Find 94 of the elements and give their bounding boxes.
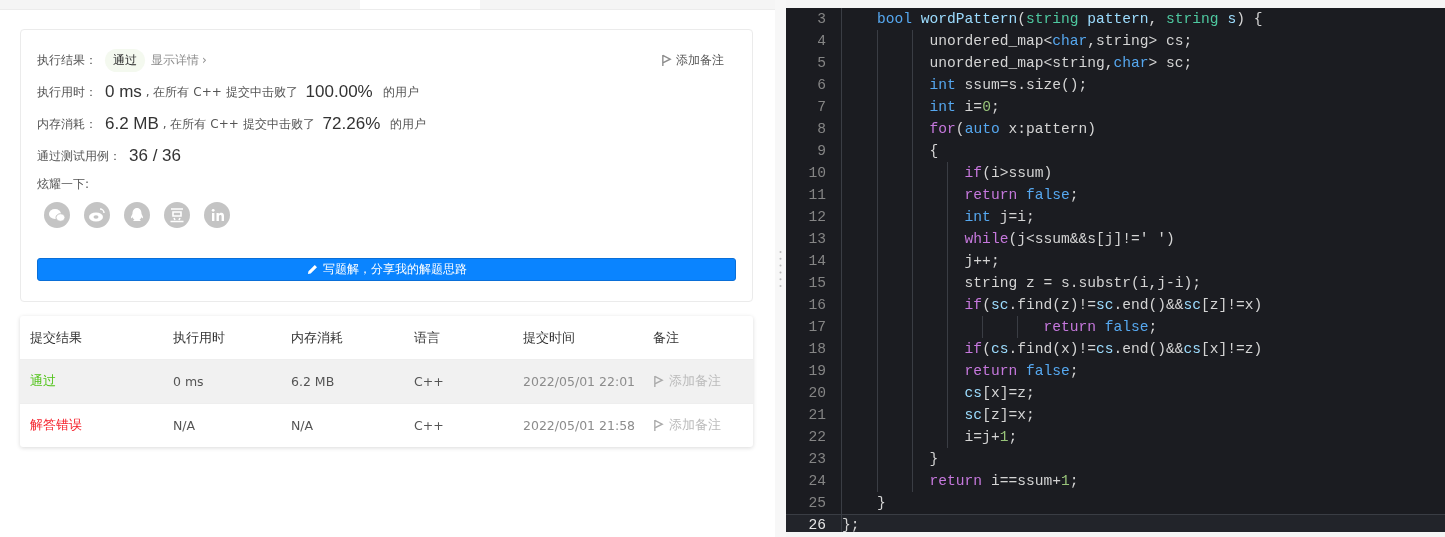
column-header: 内存消耗 xyxy=(290,328,344,347)
code-line: int ssum=s.size(); xyxy=(841,74,1088,96)
stat-label: 执行用时： xyxy=(37,83,97,101)
wechat-icon[interactable] xyxy=(44,202,70,228)
pencil-icon xyxy=(306,264,318,275)
code-line: i=j+1; xyxy=(841,426,1018,448)
code-editor[interactable] xyxy=(786,8,1445,532)
line-number: 8 xyxy=(816,121,827,137)
code-line: sc[z]=x; xyxy=(841,404,1035,426)
code-line: int i=0; xyxy=(841,96,1000,118)
linkedin-icon[interactable] xyxy=(204,202,230,228)
result-label: 执行结果： xyxy=(37,51,97,69)
code-line: unordered_map<char,string> cs; xyxy=(841,30,1193,52)
line-number: 19 xyxy=(807,363,827,379)
line-number: 4 xyxy=(816,33,827,49)
code-line: } xyxy=(841,448,939,470)
stat-suffix: 的用户 xyxy=(390,115,427,133)
details-link[interactable]: 显示详情 xyxy=(151,51,199,69)
code-line: if(sc.find(z)!=sc.end()&&sc[z]!=x) xyxy=(841,294,1263,316)
table-cell-text: 6.2 MB xyxy=(290,374,336,389)
line-number: 6 xyxy=(816,77,827,93)
line-number: 18 xyxy=(807,341,827,357)
chevron-icon[interactable]: › xyxy=(202,53,207,67)
line-number: 9 xyxy=(816,143,827,159)
line-number: 16 xyxy=(807,297,827,313)
line-number: 14 xyxy=(807,253,827,269)
douban-icon[interactable] xyxy=(164,202,190,228)
code-line: string z = s.substr(i,j-i); xyxy=(841,272,1202,294)
qq-icon[interactable] xyxy=(124,202,150,228)
table-cell-text: C++ xyxy=(413,374,445,389)
line-number: 5 xyxy=(816,55,827,71)
line-number: 23 xyxy=(807,451,827,467)
line-number: 15 xyxy=(807,275,827,291)
line-number: 11 xyxy=(807,187,827,203)
status-badge: 通过 xyxy=(105,48,145,72)
line-number: 3 xyxy=(816,11,827,27)
code-line: cs[x]=z; xyxy=(841,382,1035,404)
stat-percent: 100.00% xyxy=(305,82,373,102)
line-number: 17 xyxy=(807,319,827,335)
stat-value: 0 ms xyxy=(105,82,142,102)
column-header: 语言 xyxy=(413,328,441,347)
stat-value: 6.2 MB xyxy=(105,114,159,134)
table-cell-text: 0 ms xyxy=(172,374,205,389)
code-line: }; xyxy=(841,514,860,532)
weibo-icon[interactable] xyxy=(84,202,110,228)
column-header: 提交结果 xyxy=(29,328,83,347)
line-number: 25 xyxy=(807,495,827,511)
flag-icon xyxy=(653,375,664,388)
stat-label: 内存消耗： xyxy=(37,115,97,133)
column-header: 备注 xyxy=(652,328,680,347)
table-cell-text: 2022/05/01 22:01 xyxy=(522,374,637,389)
line-number: 13 xyxy=(807,231,827,247)
table-cell-text: C++ xyxy=(413,418,445,433)
submission-row[interactable]: 解答错误 N/A N/A C++ 2022/05/01 21:58 添加备注 xyxy=(20,403,753,447)
table-cell-text: N/A xyxy=(290,418,315,433)
table-cell-text: 2022/05/01 21:58 xyxy=(522,418,637,433)
add-note-link[interactable]: 添加备注 xyxy=(643,417,753,434)
code-line: while(j<ssum&&s[j]!=' ') xyxy=(841,228,1175,250)
line-number: 21 xyxy=(807,407,827,423)
line-number: 12 xyxy=(807,209,827,225)
line-number: 10 xyxy=(807,165,827,181)
tests-value: 36 / 36 xyxy=(129,146,181,166)
stat-text: , 在所有 C++ 提交中击败了 xyxy=(162,115,315,133)
status-link[interactable]: 解答错误 xyxy=(20,417,163,434)
code-line: for(auto x:pattern) xyxy=(841,118,1096,140)
stat-percent: 72.26% xyxy=(322,114,381,134)
code-line: return false; xyxy=(841,184,1079,206)
code-line: unordered_map<string,char> sc; xyxy=(841,52,1193,74)
tests-label: 通过测试用例： xyxy=(37,147,121,165)
line-number: 26 xyxy=(807,517,827,532)
code-line: { xyxy=(841,140,939,162)
code-line: return i==ssum+1; xyxy=(841,470,1079,492)
write-solution-button[interactable]: 写题解，分享我的解题思路 xyxy=(37,258,736,281)
code-line: j++; xyxy=(841,250,1000,272)
code-line: if(cs.find(x)!=cs.end()&&cs[x]!=z) xyxy=(841,338,1263,360)
code-line: if(i>ssum) xyxy=(841,162,1053,184)
status-link[interactable]: 通过 xyxy=(20,373,163,390)
line-number: 22 xyxy=(807,429,827,445)
column-header: 提交时间 xyxy=(522,328,576,347)
code-line: return false; xyxy=(841,360,1079,382)
table-cell-text: N/A xyxy=(172,418,197,433)
stat-text: , 在所有 C++ 提交中击败了 xyxy=(145,83,298,101)
code-line: int j=i; xyxy=(841,206,1035,228)
add-note-button[interactable]: 添加备注 xyxy=(649,51,736,69)
flag-icon xyxy=(661,53,672,67)
flag-icon xyxy=(653,419,664,432)
stat-suffix: 的用户 xyxy=(382,83,419,101)
line-number: 24 xyxy=(807,473,827,489)
line-number: 20 xyxy=(807,385,827,401)
code-line: bool wordPattern(string pattern, string s) { xyxy=(841,8,1263,30)
share-label: 炫耀一下: xyxy=(37,175,90,193)
column-header: 执行用时 xyxy=(172,328,226,347)
line-number: 7 xyxy=(816,99,827,115)
code-line: return false; xyxy=(841,316,1158,338)
